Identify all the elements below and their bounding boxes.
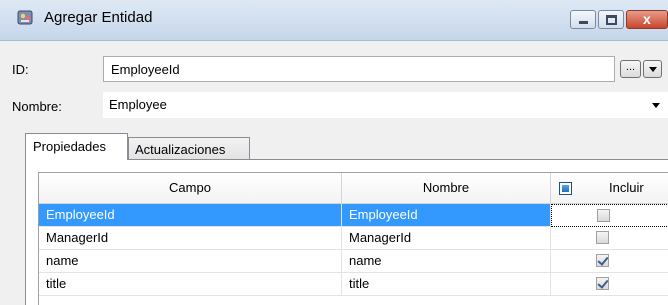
app-icon xyxy=(17,9,35,27)
table-row[interactable]: EmployeeId EmployeeId xyxy=(39,204,668,227)
campo-cell[interactable]: title xyxy=(39,273,342,296)
window-title: Agregar Entidad xyxy=(44,9,153,26)
campo-cell[interactable]: ManagerId xyxy=(39,227,342,250)
title-bar[interactable]: Agregar Entidad x xyxy=(0,0,668,41)
column-header-campo[interactable]: Campo xyxy=(39,173,342,204)
table-row[interactable]: ManagerId ManagerId xyxy=(39,227,668,250)
incluir-checkbox[interactable] xyxy=(596,254,609,267)
add-entity-dialog: Agregar Entidad x ID: EmployeeId ... Nom… xyxy=(0,0,668,305)
incluir-cell[interactable] xyxy=(551,227,668,250)
maximize-icon xyxy=(606,15,617,25)
name-label: Nombre: xyxy=(12,99,62,114)
tab-propiedades[interactable]: Propiedades xyxy=(25,133,128,160)
column-header-incluir[interactable]: Incluir xyxy=(551,173,668,204)
nombre-cell[interactable]: name xyxy=(342,250,551,273)
close-button[interactable]: x xyxy=(626,10,668,29)
incluir-label: Incluir xyxy=(609,180,644,195)
name-value: Employee xyxy=(109,97,167,112)
browse-button[interactable]: ... xyxy=(620,60,641,78)
nombre-cell[interactable]: title xyxy=(342,273,551,296)
incluir-checkbox[interactable] xyxy=(596,277,609,290)
minimize-button[interactable] xyxy=(570,10,596,29)
select-all-checkbox[interactable] xyxy=(559,182,572,195)
campo-cell[interactable]: name xyxy=(39,250,342,273)
incluir-cell[interactable] xyxy=(551,273,668,296)
minimize-icon xyxy=(579,21,588,24)
id-dropdown-button[interactable] xyxy=(643,60,662,78)
close-icon: x xyxy=(643,11,651,27)
maximize-button[interactable] xyxy=(598,10,624,29)
incluir-checkbox[interactable] xyxy=(597,209,610,222)
tab-actualizaciones[interactable]: Actualizaciones xyxy=(128,137,250,160)
incluir-cell[interactable] xyxy=(551,204,668,227)
id-input[interactable]: EmployeeId xyxy=(103,56,615,82)
fields-grid: Campo Nombre Incluir EmployeeId Employee… xyxy=(38,172,668,305)
chevron-down-icon xyxy=(649,67,657,72)
nombre-cell[interactable]: ManagerId xyxy=(342,227,551,250)
nombre-cell[interactable]: EmployeeId xyxy=(342,204,551,227)
chevron-down-icon xyxy=(652,103,660,108)
table-row[interactable]: name name xyxy=(39,250,668,273)
name-combobox[interactable]: Employee xyxy=(103,92,668,118)
campo-cell[interactable]: EmployeeId xyxy=(39,204,342,227)
incluir-cell[interactable] xyxy=(551,250,668,273)
id-label: ID: xyxy=(12,62,29,77)
table-row[interactable]: title title xyxy=(39,273,668,296)
incluir-checkbox[interactable] xyxy=(596,231,609,244)
column-header-nombre[interactable]: Nombre xyxy=(342,173,551,204)
